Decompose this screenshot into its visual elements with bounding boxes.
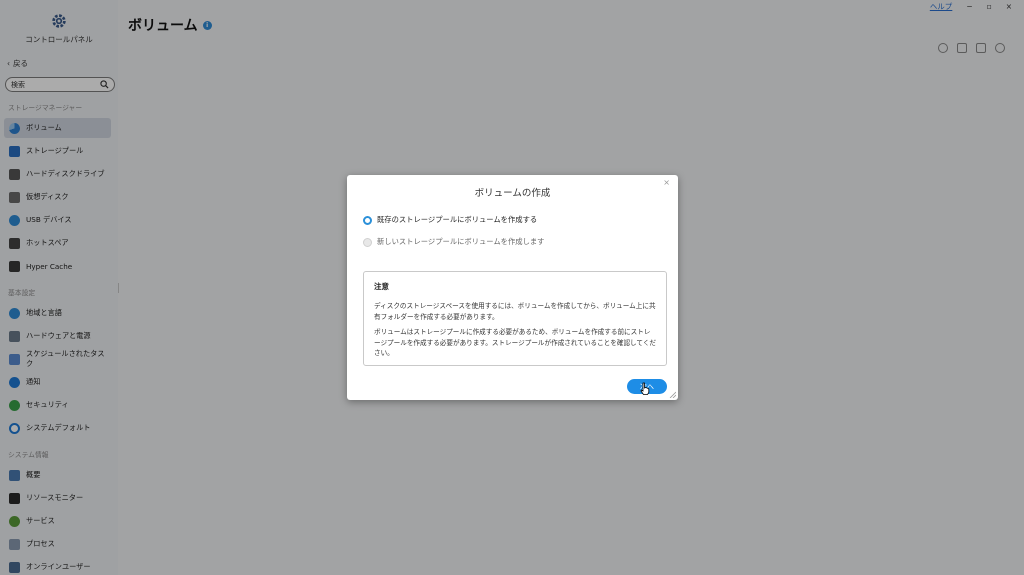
option-existing-pool-label: 既存のストレージプールにボリュームを作成する [377,215,538,224]
hand-pointer-icon [640,382,650,395]
note-paragraph-2: ボリュームはストレージプールに作成する必要があるため、ボリュームを作成する前にス… [374,328,657,357]
radio-selected-icon[interactable] [363,215,372,225]
option-new-pool[interactable]: 新しいストレージプールにボリュームを作成します [363,237,544,247]
create-volume-dialog: ボリュームの作成 × 既存のストレージプールにボリュームを作成する 新しいストレ… [347,175,678,400]
close-icon[interactable]: × [663,178,670,187]
resize-grip-icon[interactable] [669,391,676,398]
option-existing-pool[interactable]: 既存のストレージプールにボリュームを作成する [363,215,537,225]
option-new-pool-label: 新しいストレージプールにボリュームを作成します [377,237,545,246]
radio-unselected-icon[interactable] [363,237,372,247]
note-box: 注意 ディスクのストレージスペースを使用するには、ボリュームを作成してから、ボリ… [363,271,667,366]
note-title: 注意 [374,282,389,291]
note-paragraph-1: ディスクのストレージスペースを使用するには、ボリュームを作成してから、ボリューム… [374,302,656,321]
dialog-title: ボリュームの作成 [474,188,551,199]
